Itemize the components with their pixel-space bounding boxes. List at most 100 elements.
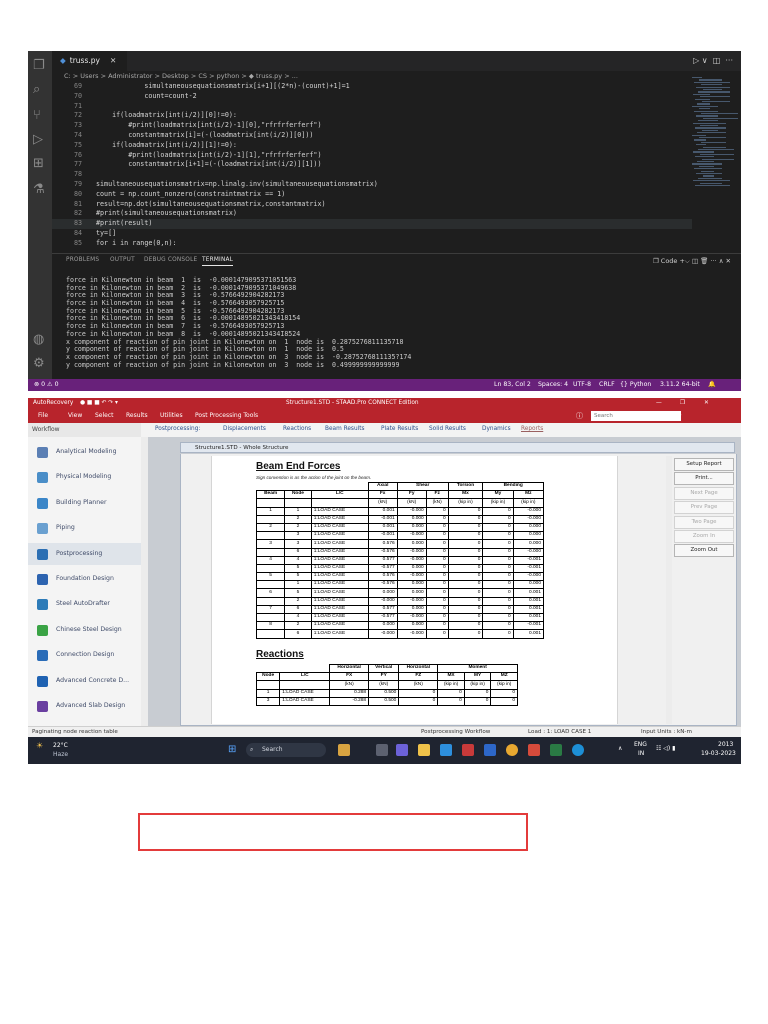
- ribbon-tab-displacements[interactable]: Displacements: [223, 426, 266, 432]
- report-button-zoom-out[interactable]: Zoom Out: [674, 544, 734, 558]
- table-cell: -0.000: [367, 596, 398, 606]
- title-bar: AutoRecovery ● ■ ■ ↶ ↷ ▾ Structure1.STD …: [28, 398, 741, 409]
- task-view-icon[interactable]: [376, 744, 388, 756]
- run-debug-icon[interactable]: ▷: [33, 133, 43, 147]
- close-button[interactable]: ✕: [704, 398, 709, 409]
- quick-access-toolbar[interactable]: ● ■ ■ ↶ ↷ ▾: [80, 398, 118, 409]
- workflow-item[interactable]: Building Planner: [28, 492, 141, 514]
- menu-results[interactable]: Results: [126, 409, 148, 423]
- panel-tab-output[interactable]: OUTPUT: [110, 257, 135, 263]
- report-button-print[interactable]: Print...: [674, 472, 734, 486]
- cursor-position[interactable]: Ln 83, Col 2: [494, 379, 531, 391]
- minimize-button[interactable]: —: [656, 398, 662, 409]
- unit-cell: (kN): [425, 498, 449, 508]
- notifications-icon[interactable]: 🔔: [708, 379, 716, 391]
- minimap-line: [698, 91, 730, 93]
- breadcrumb[interactable]: C: > Users > Administrator > Desktop > C…: [64, 71, 298, 82]
- report-button-next-page[interactable]: Next Page: [674, 486, 734, 500]
- file-explorer-icon[interactable]: [418, 744, 430, 756]
- workflow-item[interactable]: Analytical Modeling: [28, 441, 141, 463]
- workflow-item[interactable]: Advanced Slab Design: [28, 695, 141, 717]
- file-encoding[interactable]: UTF-8: [573, 379, 591, 391]
- code-editor[interactable]: 69 simultaneousequationsmatrix[i+1][(2*n…: [52, 82, 692, 249]
- report-button-setup-report[interactable]: Setup Report: [674, 458, 734, 471]
- weather-temp[interactable]: 22°C: [53, 742, 68, 749]
- staad-taskbar-icon[interactable]: [462, 744, 474, 756]
- ribbon-tab-plate-results[interactable]: Plate Results: [381, 426, 418, 432]
- table-cell: -0.001: [512, 563, 545, 574]
- ribbon-tab-beam-results[interactable]: Beam Results: [325, 426, 365, 432]
- workflow-item[interactable]: Connection Design: [28, 644, 141, 666]
- clock-time[interactable]: 2013: [718, 741, 733, 748]
- table-cell: 0: [482, 629, 514, 639]
- ribbon-tab-reactions[interactable]: Reactions: [283, 426, 311, 432]
- workflow-item[interactable]: Piping: [28, 517, 141, 539]
- teams-icon[interactable]: [396, 744, 408, 756]
- start-icon[interactable]: ⊞: [228, 744, 236, 755]
- workflow-scrollbar[interactable]: [141, 437, 148, 726]
- menu-utilities[interactable]: Utilities: [160, 409, 183, 423]
- table-cell: 1:LOAD CASE: [310, 547, 369, 557]
- menu-post-processing-tools[interactable]: Post Processing Tools: [195, 409, 258, 423]
- widget-icon[interactable]: [338, 744, 350, 756]
- python-interpreter[interactable]: 3.11.2 64-bit: [660, 379, 700, 391]
- settings-gear-icon[interactable]: ⚙: [33, 357, 45, 371]
- workflow-item[interactable]: Steel AutoDrafter: [28, 593, 141, 615]
- workflow-item[interactable]: Postprocessing: [28, 542, 141, 565]
- menu-view[interactable]: View: [68, 409, 82, 423]
- terminal-actions[interactable]: ❐ Code +⌵ ◫ 🗑 ··· ∧ ✕: [653, 253, 731, 269]
- editor-actions[interactable]: ▷ ∨ ◫ ···: [693, 51, 733, 71]
- workflow-item[interactable]: Foundation Design: [28, 568, 141, 590]
- source-control-icon[interactable]: ⑂: [33, 109, 41, 123]
- testing-icon[interactable]: ⚗: [33, 183, 45, 197]
- workflow-item-label: Physical Modeling: [56, 473, 112, 481]
- word-icon[interactable]: [484, 744, 496, 756]
- weather-icon[interactable]: ☀: [36, 741, 43, 750]
- report-button-two-page[interactable]: Two Page: [674, 515, 734, 529]
- ribbon-tab-dynamics[interactable]: Dynamics: [482, 426, 511, 432]
- table-cell: 5: [284, 563, 312, 574]
- line-ending[interactable]: CRLF: [599, 379, 615, 391]
- restore-button[interactable]: ❐: [680, 398, 685, 409]
- search-icon[interactable]: ⌕: [33, 83, 40, 97]
- search-input[interactable]: Search: [591, 411, 681, 421]
- indent-spaces[interactable]: Spaces: 4: [538, 379, 568, 391]
- panel-tab-problems[interactable]: PROBLEMS: [66, 257, 99, 263]
- extensions-icon[interactable]: ⊞: [33, 157, 44, 171]
- minimap[interactable]: [688, 77, 738, 187]
- workflow-item[interactable]: Physical Modeling: [28, 466, 141, 488]
- app-icon[interactable]: [528, 744, 540, 756]
- excel-icon[interactable]: [550, 744, 562, 756]
- explorer-icon[interactable]: ❐: [33, 59, 45, 73]
- ribbon-tab-reports[interactable]: Reports: [521, 426, 543, 432]
- close-tab-icon[interactable]: ✕: [110, 56, 116, 65]
- workflow-item[interactable]: Advanced Concrete D...: [28, 670, 141, 692]
- minimap-line: [701, 141, 726, 143]
- account-icon[interactable]: ◍: [33, 333, 44, 347]
- menu-select[interactable]: Select: [95, 409, 114, 423]
- panel-tab-debug-console[interactable]: DEBUG CONSOLE: [144, 257, 197, 263]
- activity-bar: ❐ ⌕ ⑂ ▷ ⊞ ⚗ ◍ ⚙: [28, 51, 52, 381]
- ribbon-tab-postprocessing-[interactable]: Postprocessing:: [155, 426, 200, 432]
- help-app-icon[interactable]: [572, 744, 584, 756]
- language-label[interactable]: ENG: [634, 741, 647, 748]
- workflow-item[interactable]: Chinese Steel Design: [28, 619, 141, 641]
- ribbon-tab-solid-results[interactable]: Solid Results: [429, 426, 466, 432]
- menu-file[interactable]: File: [38, 409, 48, 423]
- report-button-prev-page[interactable]: Prev Page: [674, 501, 734, 515]
- language-mode[interactable]: {} Python: [620, 379, 651, 391]
- search-icon[interactable]: ⌕: [678, 411, 682, 420]
- report-button-zoom-in[interactable]: Zoom In: [674, 530, 734, 543]
- tray-chevron-icon[interactable]: ∧: [618, 745, 622, 752]
- taskbar-search[interactable]: Search: [246, 743, 326, 757]
- chrome-icon[interactable]: [506, 744, 518, 756]
- editor-tab-truss[interactable]: ◆ truss.py ✕: [52, 51, 127, 71]
- wifi-icon[interactable]: ☷ ◁) ▮: [656, 745, 675, 752]
- table-cell: -0.000: [396, 531, 427, 541]
- vscode-taskbar-icon[interactable]: [440, 744, 452, 756]
- report-scrollbar[interactable]: [666, 456, 672, 724]
- help-icon[interactable]: ⓘ: [576, 411, 583, 421]
- panel-tab-terminal[interactable]: TERMINAL: [202, 257, 234, 266]
- problems-count[interactable]: ⊗ 0 ⚠ 0: [34, 379, 59, 391]
- terminal-output[interactable]: force in Kilonewton in beam 1 is -0.0001…: [66, 276, 666, 369]
